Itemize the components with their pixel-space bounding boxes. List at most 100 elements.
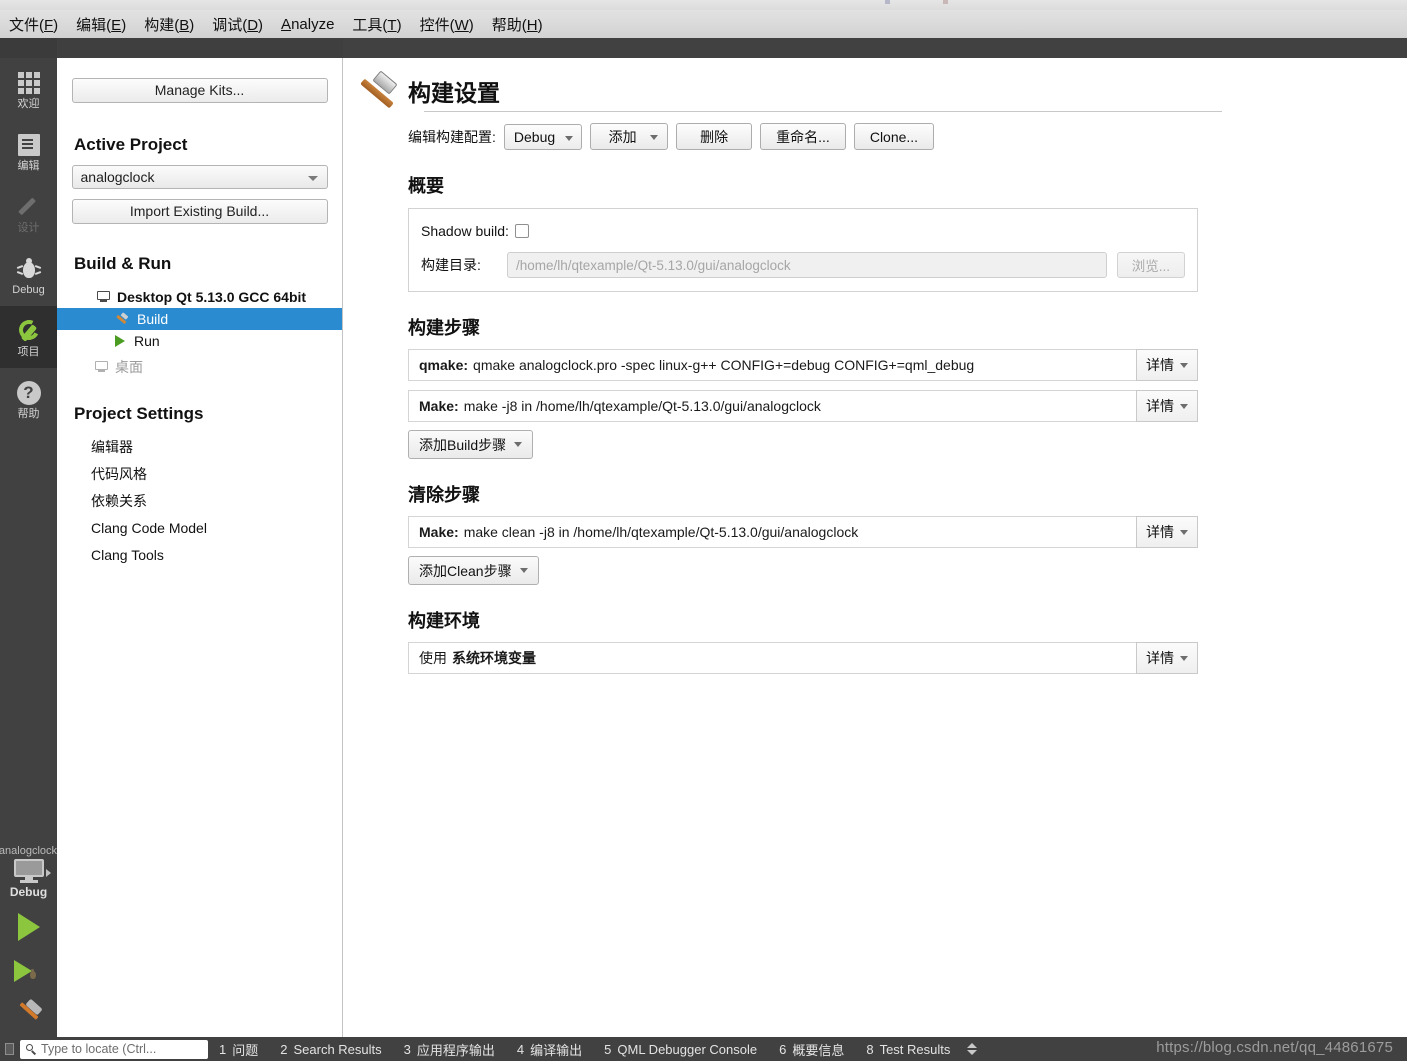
build-step-qmake-details-button[interactable]: 详情 [1136,349,1198,381]
tree-item-run[interactable]: Run [57,330,342,352]
mode-edit[interactable]: 编辑 [0,120,57,182]
output-pane-nav-button[interactable] [967,1043,978,1055]
project-settings-item-2[interactable]: 代码风格 [57,461,342,488]
debug-button[interactable] [0,949,57,993]
output-pane-buttons: 1 问题 2 Search Results 3 应用程序输出 4 编译输出 5 QML Debug… [208,1040,961,1059]
build-environment-row: 使用 系统环境变量 详情 [408,642,1198,674]
sidebar-toggle-button[interactable] [0,1037,18,1061]
build-config-combobox[interactable]: Debug [503,123,583,150]
output-pane-label: 概要信息 [792,1042,845,1058]
output-pane-6[interactable]: 6 概要信息 [768,1040,855,1059]
browse-button[interactable]: 浏览... [1116,252,1185,278]
pencil-icon [15,193,43,221]
output-pane-number: 6 [779,1041,787,1057]
grid-icon [15,69,43,97]
output-pane-4[interactable]: 4 编译输出 [506,1040,593,1059]
output-pane-3[interactable]: 3 应用程序输出 [393,1040,506,1059]
add-config-button[interactable]: 添加 [590,123,669,150]
build-environment-summary[interactable]: 使用 系统环境变量 [408,642,1136,674]
active-project-value: analogclock [80,169,155,185]
mode-help[interactable]: ? 帮助 [0,368,57,430]
build-environment-heading: 构建环境 [408,611,480,631]
build-step-make-details-button[interactable]: 详情 [1136,390,1198,422]
tree-kit-inactive-label: 桌面 [115,359,143,375]
build-step-row: Make: make -j8 in /home/lh/qtexample/Qt-… [408,390,1198,422]
locator-input[interactable]: Type to locate (Ctrl... [20,1039,208,1059]
output-pane-number: 5 [604,1041,612,1057]
tree-kit-label: Desktop Qt 5.13.0 GCC 64bit [117,289,307,305]
project-settings-item-1[interactable]: 编辑器 [57,434,342,461]
clone-config-button[interactable]: Clone... [853,123,935,150]
mode-selector-bar: 欢迎 编辑 设计 Debug 项目 ? 帮助 analogclock Debug [0,58,57,1037]
shadow-build-checkbox[interactable] [514,224,529,238]
build-step-make-name: Make: [419,398,459,414]
clean-step-make-command: make clean -j8 in /home/lh/qtexample/Qt-… [463,524,859,540]
build-directory-input[interactable]: /home/lh/qtexample/Qt-5.13.0/gui/analogc… [507,252,1107,278]
summary-heading: 概要 [408,176,444,196]
project-settings-item-3[interactable]: 依赖关系 [57,488,342,515]
chevron-down-icon [307,176,318,181]
output-pane-label: Search Results [293,1041,382,1057]
clean-step-make-details-button[interactable]: 详情 [1136,516,1198,548]
add-build-step-button[interactable]: 添加Build步骤 [408,430,534,459]
clean-step-make[interactable]: Make: make clean -j8 in /home/lh/qtexamp… [408,516,1136,548]
output-pane-5[interactable]: 5 QML Debugger Console [593,1042,768,1057]
menu-item-1[interactable]: 文件(F) [0,12,67,37]
build-step-qmake[interactable]: qmake: qmake analogclock.pro -spec linux… [408,349,1136,381]
mode-projects[interactable]: 项目 [0,306,57,368]
tree-item-build[interactable]: Build [57,308,342,330]
build-button[interactable] [0,993,57,1037]
active-project-combobox[interactable]: analogclock [71,165,328,189]
top-artifact-1 [885,0,890,4]
mode-welcome[interactable]: 欢迎 [0,58,57,120]
output-pane-label: QML Debugger Console [617,1041,758,1057]
output-pane-number: 2 [280,1041,288,1057]
tree-kit-desktop-qt[interactable]: Desktop Qt 5.13.0 GCC 64bit [57,286,342,308]
output-pane-label: 问题 [232,1042,259,1058]
output-pane-1[interactable]: 1 问题 [208,1040,269,1059]
project-settings-heading: Project Settings [74,404,204,423]
modebar-bottom-group: analogclock Debug [0,845,57,1037]
menu-item-2[interactable]: 编辑(E) [67,12,135,37]
mode-design[interactable]: 设计 [0,182,57,244]
page-title: 构建设置 [408,80,500,106]
add-clean-step-button[interactable]: 添加Clean步骤 [408,556,539,585]
menu-item-4[interactable]: 调试(D) [203,12,272,37]
tree-kit-desktop-inactive[interactable]: 桌面 [57,356,342,378]
toolbar-strip-middle [58,38,343,58]
mode-projects-label: 项目 [17,345,40,358]
manage-kits-button[interactable]: Manage Kits... [71,78,328,103]
kit-selector-button[interactable]: Debug [0,859,57,905]
rename-config-button[interactable]: 重命名... [760,123,846,150]
menu-item-5[interactable]: Analyze [272,14,343,35]
mode-debug[interactable]: Debug [0,244,57,306]
menu-item-6[interactable]: 工具(T) [343,12,410,37]
build-step-make[interactable]: Make: make -j8 in /home/lh/qtexample/Qt-… [408,390,1136,422]
summary-panel: Shadow build: 构建目录: /home/lh/qtexample/Q… [408,208,1198,292]
output-pane-number: 8 [866,1041,874,1057]
output-pane-2[interactable]: 2 Search Results [269,1042,392,1057]
menu-item-7[interactable]: 控件(W) [411,12,483,37]
play-triangle-icon [17,913,40,941]
build-environment-use-label: 使用 [419,650,447,666]
import-existing-build-button[interactable]: Import Existing Build... [71,199,328,224]
desktop-monitor-icon [13,859,44,883]
project-settings-item-4[interactable]: Clang Code Model [57,515,342,542]
chevron-down-icon [1180,529,1188,535]
project-settings-item-5[interactable]: Clang Tools [57,542,342,569]
build-environment-details-button[interactable]: 详情 [1136,642,1198,674]
edit-config-label: 编辑构建配置: [408,128,496,145]
add-config-label: 添加 [608,128,637,145]
build-step-qmake-command: qmake analogclock.pro -spec linux-g++ CO… [473,357,975,373]
output-pane-8[interactable]: 8 Test Results [855,1042,961,1057]
menu-item-3[interactable]: 构建(B) [135,12,203,37]
build-steps-heading: 构建步骤 [408,318,480,338]
chevron-right-icon [46,869,51,877]
toolbar-strip-left [0,38,57,58]
clean-steps-heading: 清除步骤 [408,485,480,505]
remove-config-button[interactable]: 删除 [676,123,753,150]
wrench-icon [15,317,43,345]
add-clean-step-label: 添加Clean步骤 [419,562,512,579]
run-button[interactable] [0,905,57,949]
menu-item-8[interactable]: 帮助(H) [483,12,552,37]
